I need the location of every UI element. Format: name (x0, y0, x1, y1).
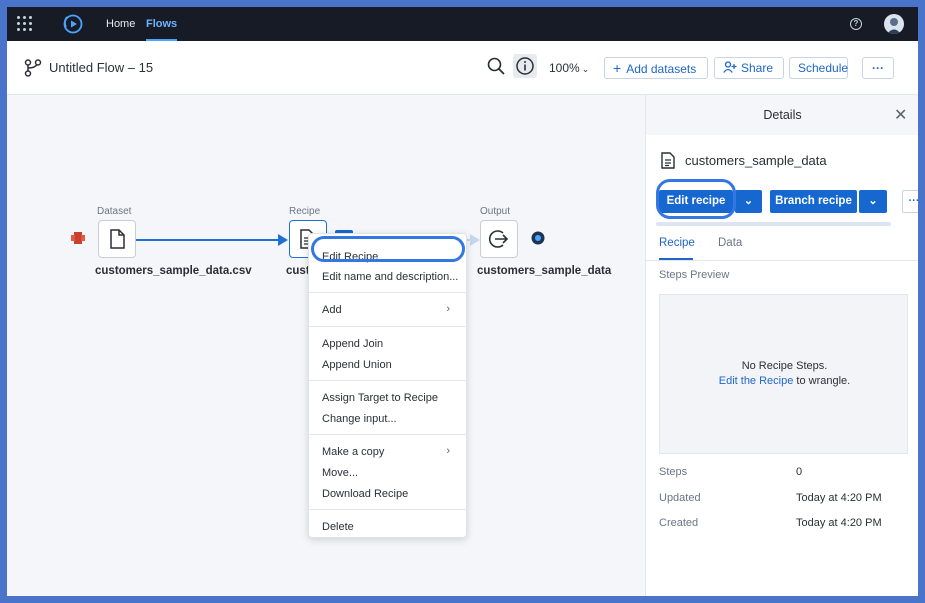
recipe-name: cust (286, 265, 310, 277)
edit-recipe-highlight (311, 236, 465, 262)
edge-dataset-recipe (136, 239, 284, 241)
output-name: customers_sample_data (477, 265, 612, 277)
dataset-title: customers_sample_data (685, 153, 827, 168)
tab-recipe[interactable]: Recipe (659, 237, 695, 249)
add-datasets-button[interactable]: + Add datasets (604, 57, 708, 79)
plus-icon: + (613, 60, 622, 76)
chevron-right-icon: › (446, 303, 450, 315)
info-button[interactable] (513, 54, 537, 78)
help-icon[interactable]: ? (850, 18, 862, 30)
menu-item-append-union[interactable]: Append Union (322, 359, 392, 371)
menu-divider (309, 380, 468, 381)
details-header: Details ✕ (646, 95, 918, 135)
horizontal-scrollbar[interactable] (656, 222, 891, 226)
output-icon (488, 230, 509, 248)
zoom-value: 100% (549, 61, 580, 75)
brand-logo-icon[interactable] (62, 13, 84, 35)
search-icon[interactable] (485, 55, 507, 77)
recipe-context-menu: Edit Recipe Edit name and description...… (308, 233, 468, 538)
edge-arrow-faded-icon (470, 234, 480, 246)
edit-suffix-text: to wrangle. (793, 375, 851, 387)
menu-item-make-copy[interactable]: Make a copy (322, 446, 384, 458)
menu-divider (309, 434, 468, 435)
menu-item-edit-name[interactable]: Edit name and description... (322, 271, 458, 283)
dataset-label: Dataset (97, 206, 132, 217)
steps-preview-box: No Recipe Steps. Edit the Recipe to wran… (659, 294, 908, 454)
branch-recipe-button[interactable]: Branch recipe (770, 190, 857, 213)
menu-divider (309, 509, 468, 510)
flow-title[interactable]: Untitled Flow – 15 (49, 60, 153, 75)
empty-state: No Recipe Steps. Edit the Recipe to wran… (660, 359, 909, 389)
chevron-down-icon: ⌄ (581, 64, 590, 74)
avatar[interactable] (884, 14, 904, 34)
edge-arrow-icon (278, 234, 288, 246)
edit-recipe-button-highlight (656, 179, 736, 219)
avatar-image (884, 14, 904, 34)
add-user-icon (723, 61, 737, 73)
add-datasets-label: Add datasets (626, 62, 697, 76)
chevron-right-icon: › (446, 445, 450, 457)
meta-updated-value: Today at 4:20 PM (796, 492, 882, 504)
menu-item-download-recipe[interactable]: Download Recipe (322, 488, 408, 500)
details-title: Details (763, 108, 802, 122)
output-node[interactable] (480, 220, 518, 258)
details-panel: Details ✕ customers_sample_data Edit rec… (645, 95, 918, 596)
menu-item-change-input[interactable]: Change input... (322, 413, 397, 425)
empty-state-hint: Edit the Recipe to wrangle. (660, 374, 909, 389)
flow-icon (24, 59, 42, 77)
chevron-down-icon: ⌄ (868, 195, 878, 207)
share-label: Share (741, 61, 774, 75)
steps-preview-label: Steps Preview (659, 269, 730, 281)
nav-flows[interactable]: Flows (146, 7, 178, 41)
chevron-down-icon: ⌄ (743, 195, 754, 207)
menu-item-add[interactable]: Add (322, 304, 342, 316)
share-button[interactable]: Share (714, 57, 784, 79)
meta-updated-key: Updated (659, 492, 701, 504)
menu-item-delete[interactable]: Delete (322, 521, 354, 533)
meta-created-key: Created (659, 517, 699, 529)
edit-recipe-link[interactable]: Edit the Recipe (719, 375, 794, 387)
menu-divider (309, 292, 468, 293)
menu-item-assign-target[interactable]: Assign Target to Recipe (322, 392, 438, 404)
dataset-name: customers_sample_data.csv (95, 265, 252, 277)
details-more-button[interactable]: ··· (902, 190, 918, 213)
file-icon (110, 229, 125, 249)
menu-divider (309, 326, 468, 327)
source-icon (71, 232, 85, 244)
recipe-label: Recipe (289, 206, 321, 217)
zoom-select[interactable]: 100% ⌄ (549, 61, 589, 75)
schedule-button[interactable]: Schedule (789, 57, 848, 79)
menu-item-move[interactable]: Move... (322, 467, 358, 479)
more-button[interactable]: ··· (862, 57, 894, 79)
meta-steps-value: 0 (796, 466, 803, 478)
output-label: Output (480, 206, 511, 217)
tab-data[interactable]: Data (718, 237, 742, 249)
no-steps-text: No Recipe Steps. (741, 360, 828, 372)
branch-recipe-dropdown[interactable]: ⌄ (859, 190, 887, 213)
meta-created-value: Today at 4:20 PM (796, 517, 882, 529)
info-icon (516, 57, 534, 75)
nav-home[interactable]: Home (106, 7, 135, 41)
grid-icon[interactable] (17, 16, 33, 32)
publish-target-icon (531, 231, 545, 245)
document-icon (661, 152, 675, 169)
top-nav: Home Flows ? (7, 7, 918, 41)
flow-toolbar: Untitled Flow – 15 100% ⌄ + Add datasets S… (7, 41, 918, 95)
tab-divider (646, 260, 918, 261)
close-icon[interactable]: ✕ (894, 105, 907, 125)
meta-steps-key: Steps (659, 466, 688, 478)
dataset-node[interactable] (98, 220, 136, 258)
edit-recipe-dropdown[interactable]: ⌄ (735, 190, 762, 213)
menu-item-append-join[interactable]: Append Join (322, 338, 383, 350)
app-window: Home Flows ? Untitled Flow – 15 100% ⌄ +… (7, 7, 918, 596)
